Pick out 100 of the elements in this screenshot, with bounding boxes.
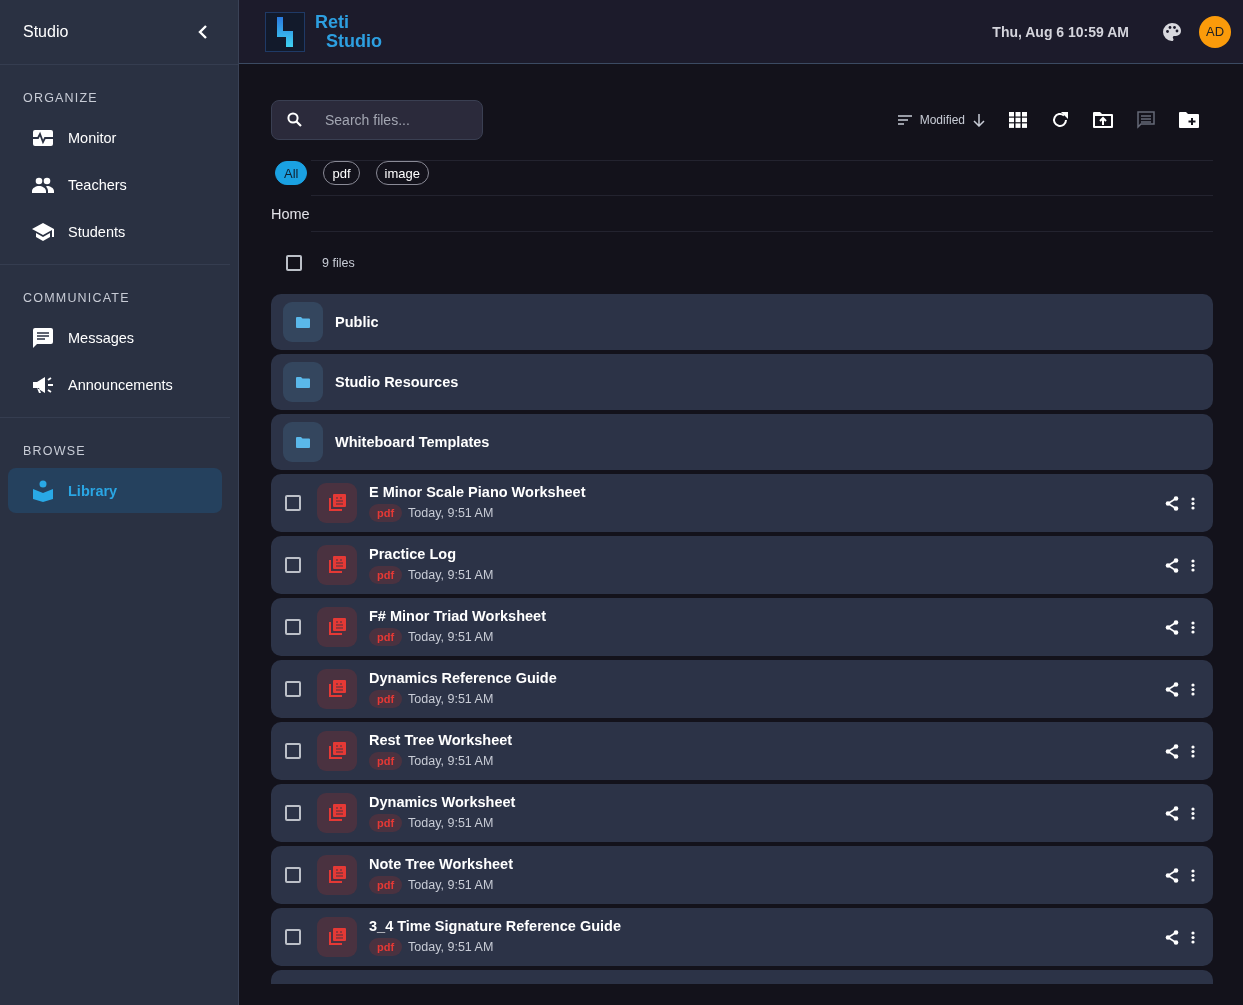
share-icon[interactable] — [1165, 619, 1179, 635]
file-card[interactable]: Note Tree Worksheet pdf Today, 9:51 AM — [271, 846, 1213, 904]
pdf-file-icon — [317, 793, 357, 833]
refresh-icon[interactable] — [1051, 111, 1069, 129]
logo-text: Reti Studio — [315, 12, 382, 51]
more-options-icon[interactable] — [1191, 558, 1195, 572]
file-name: E Minor Scale Piano Worksheet — [369, 484, 586, 500]
file-type-tag: pdf — [369, 814, 403, 832]
file-name: Note Tree Worksheet — [369, 856, 513, 872]
megaphone-icon — [32, 375, 54, 394]
row-checkbox[interactable] — [285, 743, 301, 759]
file-type-tag: pdf — [369, 690, 403, 708]
folder-name: Whiteboard Templates — [335, 434, 490, 450]
file-card[interactable]: Studio Resources — [271, 354, 1213, 410]
file-card[interactable]: Public — [271, 294, 1213, 350]
search-icon — [287, 112, 302, 127]
folder-icon — [283, 302, 323, 342]
pdf-file-icon — [317, 669, 357, 709]
more-options-icon[interactable] — [1191, 806, 1195, 820]
file-count: 9 files — [322, 256, 355, 270]
folder-name: Studio Resources — [335, 374, 459, 390]
sidebar-title: Studio — [23, 23, 69, 41]
modified-date: Today, 9:51 AM — [408, 506, 494, 520]
comment-icon[interactable] — [1137, 111, 1155, 129]
pdf-file-icon — [317, 917, 357, 957]
share-icon[interactable] — [1165, 743, 1179, 759]
file-card[interactable]: 3_4 Time Signature Reference Guide pdf Today, 9:51 AM — [271, 908, 1213, 966]
file-card[interactable]: F# Minor Triad Worksheet pdf Today, 9:51 AM — [271, 598, 1213, 656]
share-icon[interactable] — [1165, 929, 1179, 945]
sidebar-item[interactable]: Announcements — [8, 362, 222, 407]
sidebar-item[interactable]: Messages — [8, 315, 222, 360]
pdf-file-icon — [317, 855, 357, 895]
file-type-tag: pdf — [369, 628, 403, 646]
folder-upload-icon[interactable] — [1093, 112, 1113, 128]
sort-button[interactable]: Modified — [897, 113, 985, 127]
more-options-icon[interactable] — [1191, 744, 1195, 758]
breadcrumb[interactable]: Home — [271, 196, 1213, 231]
sort-lines-icon — [897, 115, 912, 125]
row-checkbox[interactable] — [285, 929, 301, 945]
section-heading: ORGANIZE — [22, 90, 99, 107]
file-type-tag: pdf — [369, 876, 403, 894]
row-checkbox[interactable] — [285, 805, 301, 821]
select-all-checkbox[interactable] — [286, 255, 302, 271]
more-options-icon[interactable] — [1191, 868, 1195, 882]
arrow-down-icon — [973, 113, 985, 127]
file-card[interactable]: E Minor Scale Piano Worksheet pdf Today, 9:51 AM — [271, 474, 1213, 532]
file-card[interactable]: Dynamics Reference Guide pdf Today, 9:51 AM — [271, 660, 1213, 718]
modified-date: Today, 9:51 AM — [408, 630, 494, 644]
section-heading: COMMUNICATE — [22, 290, 131, 307]
folder-icon — [283, 362, 323, 402]
modified-date: Today, 9:51 AM — [408, 692, 494, 706]
more-options-icon[interactable] — [1191, 682, 1195, 696]
modified-date: Today, 9:51 AM — [408, 940, 494, 954]
more-options-icon[interactable] — [1191, 930, 1195, 944]
filter-chip[interactable]: All — [275, 161, 308, 185]
more-options-icon[interactable] — [1191, 496, 1195, 510]
modified-date: Today, 9:51 AM — [408, 816, 494, 830]
sidebar-item[interactable]: Monitor — [8, 115, 222, 160]
share-icon[interactable] — [1165, 867, 1179, 883]
share-icon[interactable] — [1165, 557, 1179, 573]
collapse-icon[interactable] — [198, 25, 208, 39]
reader-book-icon — [32, 479, 54, 502]
file-card[interactable]: Practice Log pdf Today, 9:51 AM — [271, 536, 1213, 594]
pdf-file-icon — [317, 483, 357, 523]
row-checkbox[interactable] — [285, 867, 301, 883]
file-card[interactable]: Rest Tree Worksheet pdf Today, 9:51 AM — [271, 722, 1213, 780]
file-type-tag: pdf — [369, 752, 403, 770]
file-name: F# Minor Triad Worksheet — [369, 608, 546, 624]
file-card[interactable]: Whiteboard Templates — [271, 414, 1213, 470]
pdf-file-icon — [317, 545, 357, 585]
share-icon[interactable] — [1165, 805, 1179, 821]
new-folder-icon[interactable] — [1179, 112, 1199, 128]
date-time: Thu, Aug 6 10:59 AM — [992, 23, 1129, 40]
more-options-icon[interactable] — [1191, 620, 1195, 634]
share-icon[interactable] — [1165, 681, 1179, 697]
section-heading: BROWSE — [22, 443, 87, 460]
graduation-cap-icon — [32, 222, 54, 241]
pdf-file-icon — [317, 731, 357, 771]
share-icon[interactable] — [1165, 495, 1179, 511]
sidebar-item[interactable]: Teachers — [8, 162, 222, 207]
modified-date: Today, 9:51 AM — [408, 568, 494, 582]
folder-icon — [283, 422, 323, 462]
row-checkbox[interactable] — [285, 557, 301, 573]
file-type-tag: pdf — [369, 566, 403, 584]
row-checkbox[interactable] — [285, 495, 301, 511]
modified-date: Today, 9:51 AM — [408, 878, 494, 892]
row-checkbox[interactable] — [285, 681, 301, 697]
file-name: 3_4 Time Signature Reference Guide — [369, 918, 621, 934]
user-avatar[interactable]: AD — [1199, 15, 1231, 48]
file-card[interactable]: Dynamics Worksheet pdf Today, 9:51 AM — [271, 784, 1213, 842]
file-type-tag: pdf — [369, 938, 403, 956]
message-icon — [32, 327, 54, 348]
file-type-tag: pdf — [369, 504, 403, 522]
grid-view-icon[interactable] — [1009, 112, 1027, 128]
row-checkbox[interactable] — [285, 619, 301, 635]
pdf-file-icon — [317, 607, 357, 647]
sidebar-item[interactable]: Library — [8, 468, 222, 513]
sidebar-item[interactable]: Students — [8, 209, 222, 254]
search-field[interactable]: Search files... — [271, 100, 483, 140]
palette-icon[interactable] — [1163, 22, 1181, 41]
